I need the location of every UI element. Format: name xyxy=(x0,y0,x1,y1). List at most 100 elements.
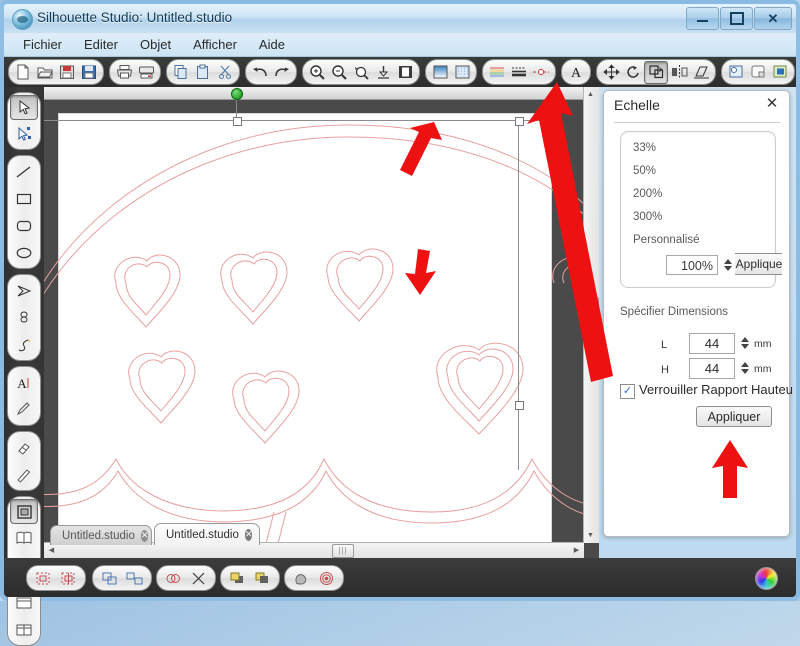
rounded-rectangle-tool-icon[interactable] xyxy=(9,212,39,239)
bring-to-front-icon[interactable] xyxy=(225,568,250,589)
page-setup-icon[interactable] xyxy=(10,499,38,524)
maximize-button[interactable] xyxy=(720,7,753,30)
lock-ratio-row[interactable]: ✓ Verrouiller Rapport Hauteur/Largeur xyxy=(620,383,792,400)
document-tab-1-close-icon[interactable]: ✕ xyxy=(140,529,149,542)
cut-scissors-icon[interactable] xyxy=(214,62,236,83)
text-style-icon[interactable]: A xyxy=(565,62,587,83)
width-spinner[interactable] xyxy=(739,332,750,354)
concentric-offset-icon[interactable] xyxy=(314,568,339,589)
canvas-vertical-scrollbar[interactable]: ▲ ≡ ▼ xyxy=(583,87,599,543)
scale-option-50[interactable]: 50% xyxy=(633,165,656,177)
polygon-tool-icon[interactable] xyxy=(9,277,39,304)
save-icon[interactable] xyxy=(56,62,78,83)
offset-shape-icon[interactable] xyxy=(289,568,314,589)
scale-panel-close-icon[interactable]: ✕ xyxy=(764,96,780,112)
percent-spinner[interactable] xyxy=(722,254,733,276)
ellipse-tool-icon[interactable] xyxy=(9,239,39,266)
redo-icon[interactable] xyxy=(271,62,293,83)
rectangle-tool-icon[interactable] xyxy=(9,185,39,212)
open-folder-icon[interactable] xyxy=(34,62,56,83)
send-to-back-icon[interactable] xyxy=(250,568,275,589)
height-spin-down-icon[interactable] xyxy=(740,369,749,374)
height-spinner[interactable] xyxy=(739,357,750,379)
width-input[interactable]: 44 xyxy=(689,333,735,354)
shear-icon[interactable] xyxy=(690,62,712,83)
eraser-tool-icon[interactable] xyxy=(9,434,39,461)
ungroup-icon[interactable] xyxy=(122,568,147,589)
scroll-up-arrow[interactable]: ▲ xyxy=(584,88,597,101)
horizontal-scroll-grip[interactable]: ||| xyxy=(332,544,354,558)
panel-split-icon[interactable] xyxy=(9,616,39,643)
zoom-selection-icon[interactable] xyxy=(350,62,372,83)
custom-percent-input[interactable]: 100% xyxy=(666,255,718,275)
design-canvas[interactable]: ▲ ≡ ▼ ◀ ||| ▶ xyxy=(44,87,599,558)
menu-aide[interactable]: Aide xyxy=(248,35,296,54)
height-input[interactable]: 44 xyxy=(689,358,735,379)
group-icon[interactable] xyxy=(97,568,122,589)
paste-icon[interactable] xyxy=(192,62,214,83)
menu-afficher[interactable]: Afficher xyxy=(182,35,248,54)
document-tab-2[interactable]: Untitled.studio ✕ xyxy=(154,523,260,545)
modify-icon[interactable] xyxy=(769,62,791,83)
document-tab-2-close-icon[interactable]: ✕ xyxy=(244,528,253,541)
replicate-icon[interactable] xyxy=(747,62,769,83)
align-objects-icon[interactable] xyxy=(725,62,747,83)
lock-ratio-checkbox[interactable]: ✓ xyxy=(620,384,635,399)
send-to-silhouette-icon[interactable] xyxy=(135,62,157,83)
gradient-fill-icon[interactable] xyxy=(429,62,451,83)
selection-handle-bottom-right[interactable] xyxy=(515,401,524,410)
scroll-down-arrow[interactable]: ▼ xyxy=(584,529,597,542)
curve-tool-icon[interactable] xyxy=(9,304,39,331)
color-palette-icon[interactable] xyxy=(486,62,508,83)
line-tool-icon[interactable] xyxy=(9,158,39,185)
select-arrow-icon[interactable] xyxy=(10,95,38,120)
weld-icon[interactable] xyxy=(161,568,186,589)
new-document-icon[interactable] xyxy=(12,62,34,83)
percent-spin-up-icon[interactable] xyxy=(723,259,732,264)
vertical-scroll-grip[interactable]: ≡ xyxy=(585,297,599,316)
menu-editer[interactable]: Editer xyxy=(73,35,129,54)
width-spin-down-icon[interactable] xyxy=(740,344,749,349)
rotate-handle[interactable] xyxy=(231,88,243,100)
cut-style-icon[interactable] xyxy=(530,62,552,83)
scale-toolbar-button[interactable] xyxy=(644,60,668,84)
undo-icon[interactable] xyxy=(249,62,271,83)
align-center-icon[interactable] xyxy=(56,568,81,589)
scale-option-33[interactable]: 33% xyxy=(633,142,656,154)
print-icon[interactable] xyxy=(113,62,135,83)
zoom-in-icon[interactable] xyxy=(306,62,328,83)
minimize-button[interactable] xyxy=(686,7,719,30)
align-left-icon[interactable] xyxy=(31,568,56,589)
subtract-icon[interactable] xyxy=(186,568,211,589)
menu-objet[interactable]: Objet xyxy=(129,35,182,54)
close-button[interactable]: ✕ xyxy=(754,7,792,30)
height-spin-up-icon[interactable] xyxy=(740,362,749,367)
appliquer-button[interactable]: Appliquer xyxy=(696,406,772,427)
selection-handle-right[interactable] xyxy=(515,117,524,126)
zoom-out-icon[interactable] xyxy=(328,62,350,83)
width-spin-up-icon[interactable] xyxy=(740,337,749,342)
line-style-icon[interactable] xyxy=(508,62,530,83)
scale-option-custom[interactable]: Personnalisé xyxy=(633,234,699,246)
knife-tool-icon[interactable] xyxy=(9,461,39,488)
percent-spin-down-icon[interactable] xyxy=(723,266,732,271)
page-view-icon[interactable] xyxy=(394,62,416,83)
fit-to-page-icon[interactable] xyxy=(372,62,394,83)
selection-handle-top[interactable] xyxy=(233,117,242,126)
rotate-icon[interactable] xyxy=(622,62,644,83)
freehand-draw-icon[interactable] xyxy=(9,331,39,358)
edit-points-icon[interactable] xyxy=(9,120,39,147)
library-icon[interactable] xyxy=(9,524,39,551)
scale-option-200[interactable]: 200% xyxy=(633,188,662,200)
color-wheel-icon[interactable] xyxy=(755,567,778,590)
save-as-icon[interactable] xyxy=(78,62,100,83)
text-tool-icon[interactable]: A xyxy=(9,369,39,396)
pattern-fill-icon[interactable] xyxy=(451,62,473,83)
mirror-icon[interactable] xyxy=(668,62,690,83)
document-tab-1[interactable]: Untitled.studio ✕ xyxy=(50,525,152,545)
note-tool-icon[interactable] xyxy=(9,396,39,423)
copy-icon[interactable] xyxy=(170,62,192,83)
menu-fichier[interactable]: Fichier xyxy=(12,35,73,54)
move-transform-icon[interactable] xyxy=(600,62,622,83)
scale-option-300[interactable]: 300% xyxy=(633,211,662,223)
